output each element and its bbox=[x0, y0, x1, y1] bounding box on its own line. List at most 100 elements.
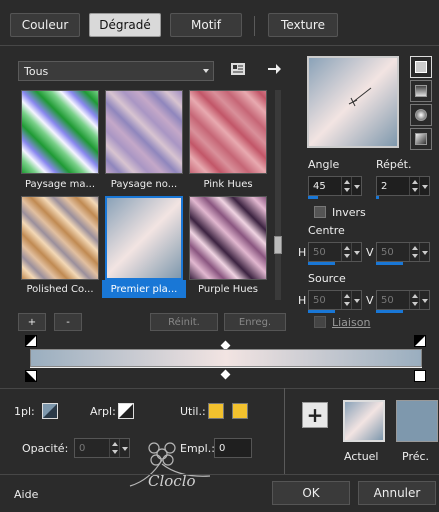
opacity-label: Opacité: bbox=[22, 442, 69, 455]
arrow-right-icon[interactable] bbox=[266, 61, 282, 77]
tab-separator bbox=[254, 16, 255, 36]
chevron-down-icon bbox=[203, 69, 209, 73]
gradient-thumb-paysage-ma[interactable] bbox=[21, 90, 99, 174]
center-v-slider-bar[interactable] bbox=[376, 262, 403, 265]
stop-style-swatch[interactable] bbox=[42, 403, 58, 419]
tab-texture[interactable]: Texture bbox=[268, 13, 338, 37]
ok-button[interactable]: OK bbox=[272, 481, 350, 505]
current-preview-swatch bbox=[343, 400, 385, 442]
repeat-input[interactable]: 2 bbox=[376, 176, 430, 196]
previous-label: Préc. bbox=[402, 450, 430, 463]
link-checkbox[interactable] bbox=[314, 316, 326, 328]
add-gradient-button[interactable]: + bbox=[18, 313, 46, 331]
previous-preview-swatch[interactable] bbox=[396, 400, 438, 442]
link-label[interactable]: Liaison bbox=[332, 316, 370, 329]
style-rect-button[interactable] bbox=[410, 80, 432, 102]
angle-slider-bar[interactable] bbox=[308, 196, 318, 199]
center-h-slider-bar[interactable] bbox=[308, 262, 335, 265]
tab-motif[interactable]: Motif bbox=[170, 13, 242, 37]
arrow-stop-label: Arpl: bbox=[90, 405, 116, 418]
source-v-label: V bbox=[366, 294, 374, 307]
source-h-label: H bbox=[298, 294, 307, 307]
gradient-thumb-polished-co[interactable] bbox=[21, 196, 99, 280]
center-v-label: V bbox=[366, 246, 374, 259]
angle-input[interactable]: 45 bbox=[308, 176, 362, 196]
cancel-button[interactable]: Annuler bbox=[358, 481, 436, 505]
gradient-label[interactable]: Pink Hues bbox=[186, 175, 270, 193]
stepper-icon[interactable] bbox=[341, 243, 351, 261]
chevron-down-icon[interactable] bbox=[419, 291, 429, 309]
stepper-icon[interactable] bbox=[409, 243, 419, 261]
gradient-thumb-premier-pla[interactable] bbox=[105, 196, 183, 280]
chevron-down-icon[interactable] bbox=[419, 177, 429, 195]
style-radial-button[interactable] bbox=[410, 128, 432, 150]
chevron-down-icon[interactable] bbox=[419, 243, 429, 261]
stepper-icon[interactable] bbox=[109, 439, 119, 457]
stop-label: 1pl: bbox=[14, 405, 35, 418]
reset-button[interactable]: Réinit. bbox=[150, 313, 218, 331]
preview-separator bbox=[284, 388, 285, 474]
remove-gradient-button[interactable]: - bbox=[54, 313, 82, 331]
center-h-label: H bbox=[298, 246, 307, 259]
source-h-input[interactable]: 50 bbox=[308, 290, 362, 310]
gradient-editor-bar[interactable] bbox=[30, 349, 422, 367]
gradient-label[interactable]: Purple Hues bbox=[186, 280, 270, 298]
library-scrollbar-thumb[interactable] bbox=[274, 236, 282, 254]
gradient-label[interactable]: Paysage no... bbox=[102, 175, 186, 193]
tab-divider bbox=[0, 45, 439, 46]
stepper-icon[interactable] bbox=[341, 177, 351, 195]
gradient-thumb-paysage-no[interactable] bbox=[105, 90, 183, 174]
source-v-slider-bar[interactable] bbox=[376, 310, 403, 313]
repeat-slider-bar[interactable] bbox=[376, 196, 379, 199]
angle-handle-icon bbox=[348, 87, 372, 107]
stepper-icon[interactable] bbox=[409, 177, 419, 195]
style-linear-button[interactable] bbox=[410, 56, 432, 78]
category-select-value: Tous bbox=[24, 64, 49, 78]
gradient-thumb-purple-hues[interactable] bbox=[189, 196, 267, 280]
gradient-label[interactable]: Polished Co... bbox=[18, 280, 102, 298]
color-stop-icon[interactable] bbox=[25, 370, 37, 382]
plus-icon: + bbox=[306, 403, 324, 427]
help-link[interactable]: Aide bbox=[14, 488, 38, 501]
add-to-library-button[interactable]: + bbox=[302, 402, 328, 428]
watermark-logo: Cloclo bbox=[120, 428, 220, 498]
angle-label: Angle bbox=[308, 158, 340, 171]
stepper-icon[interactable] bbox=[341, 291, 351, 309]
opacity-stop-icon[interactable] bbox=[414, 335, 426, 347]
gradient-label-selected[interactable]: Premier pla... bbox=[102, 280, 186, 298]
util-label: Util.: bbox=[180, 405, 206, 418]
source-v-input[interactable]: 50 bbox=[376, 290, 430, 310]
save-gradient-button[interactable]: Enreg. bbox=[224, 313, 286, 331]
source-h-slider-bar[interactable] bbox=[308, 310, 335, 313]
chevron-down-icon[interactable] bbox=[351, 291, 361, 309]
color-midpoint-handle[interactable] bbox=[220, 369, 231, 380]
gradient-preview[interactable] bbox=[307, 56, 399, 148]
current-label: Actuel bbox=[344, 450, 379, 463]
editor-divider bbox=[0, 388, 439, 389]
source-label: Source bbox=[308, 272, 346, 285]
tab-couleur[interactable]: Couleur bbox=[10, 13, 80, 37]
opacity-stop-icon[interactable] bbox=[25, 335, 37, 347]
color-stop-icon[interactable] bbox=[414, 370, 426, 382]
library-scrollbar[interactable] bbox=[275, 90, 281, 300]
style-sunburst-button[interactable] bbox=[410, 104, 432, 126]
invert-checkbox[interactable] bbox=[314, 206, 326, 218]
stepper-icon[interactable] bbox=[409, 291, 419, 309]
util-color-swatch-2[interactable] bbox=[232, 403, 248, 419]
gradient-label[interactable]: Paysage ma... bbox=[18, 175, 102, 193]
arrow-style-swatch[interactable] bbox=[118, 403, 134, 419]
center-h-input[interactable]: 50 bbox=[308, 242, 362, 262]
chevron-down-icon[interactable] bbox=[351, 177, 361, 195]
repeat-label: Répét. bbox=[376, 158, 412, 171]
tab-degrade[interactable]: Dégradé bbox=[89, 13, 161, 37]
center-label: Centre bbox=[308, 224, 345, 237]
gradient-thumb-pink-hues[interactable] bbox=[189, 90, 267, 174]
center-v-input[interactable]: 50 bbox=[376, 242, 430, 262]
gradient-bar-bottom-line bbox=[30, 367, 422, 368]
chevron-down-icon[interactable] bbox=[351, 243, 361, 261]
footer-divider bbox=[0, 474, 439, 475]
invert-label[interactable]: Invers bbox=[332, 206, 366, 219]
category-select[interactable]: Tous bbox=[18, 61, 214, 81]
util-color-swatch-1[interactable] bbox=[208, 403, 224, 419]
library-manage-icon[interactable] bbox=[230, 61, 246, 77]
